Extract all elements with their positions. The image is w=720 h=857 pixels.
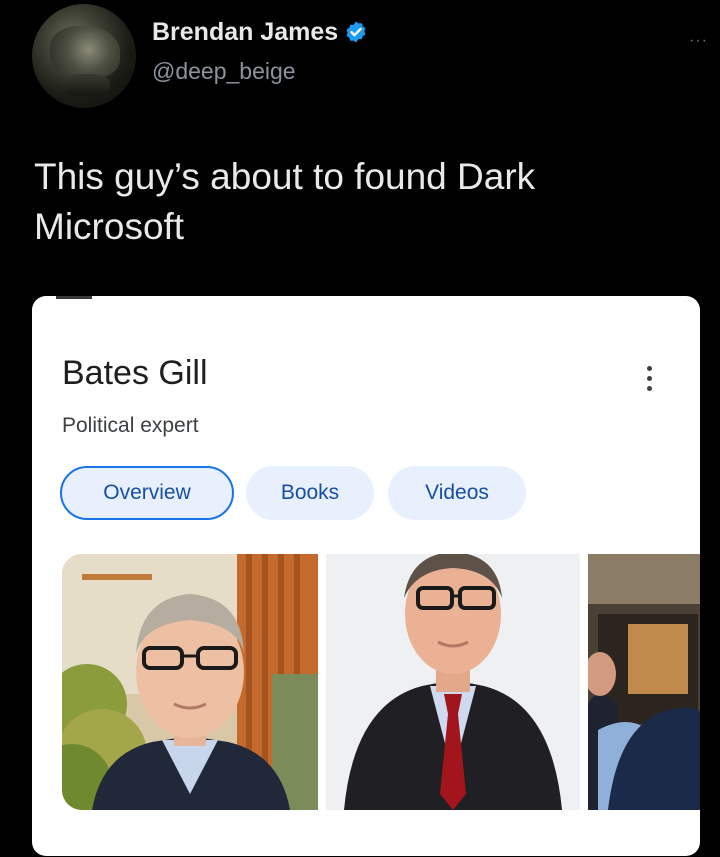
author-handle[interactable]: @deep_beige: [152, 58, 296, 85]
person-photo[interactable]: [326, 554, 580, 810]
author-name-text[interactable]: Brendan James: [152, 18, 338, 46]
avatar[interactable]: [32, 4, 136, 108]
person-photo[interactable]: [62, 554, 318, 810]
tab-books[interactable]: Books: [246, 466, 374, 520]
vertical-more-icon[interactable]: [646, 366, 652, 391]
knowledge-panel-title: Bates Gill: [62, 354, 208, 392]
tweet-header: Brendan James @deep_beige ···: [28, 4, 708, 108]
embedded-screenshot: Bates Gill Political expert Overview Boo…: [32, 296, 700, 856]
author-name[interactable]: Brendan James: [152, 18, 368, 51]
tab-videos[interactable]: Videos: [388, 466, 526, 520]
knowledge-panel-subtitle: Political expert: [62, 414, 199, 437]
more-options-icon[interactable]: ···: [689, 32, 708, 50]
divider: [56, 296, 92, 299]
tweet-text: This guy’s about to found Dark Microsoft: [34, 156, 536, 247]
verified-badge-icon: [344, 20, 368, 51]
person-photo[interactable]: [588, 554, 700, 810]
tab-overview[interactable]: Overview: [60, 466, 234, 520]
